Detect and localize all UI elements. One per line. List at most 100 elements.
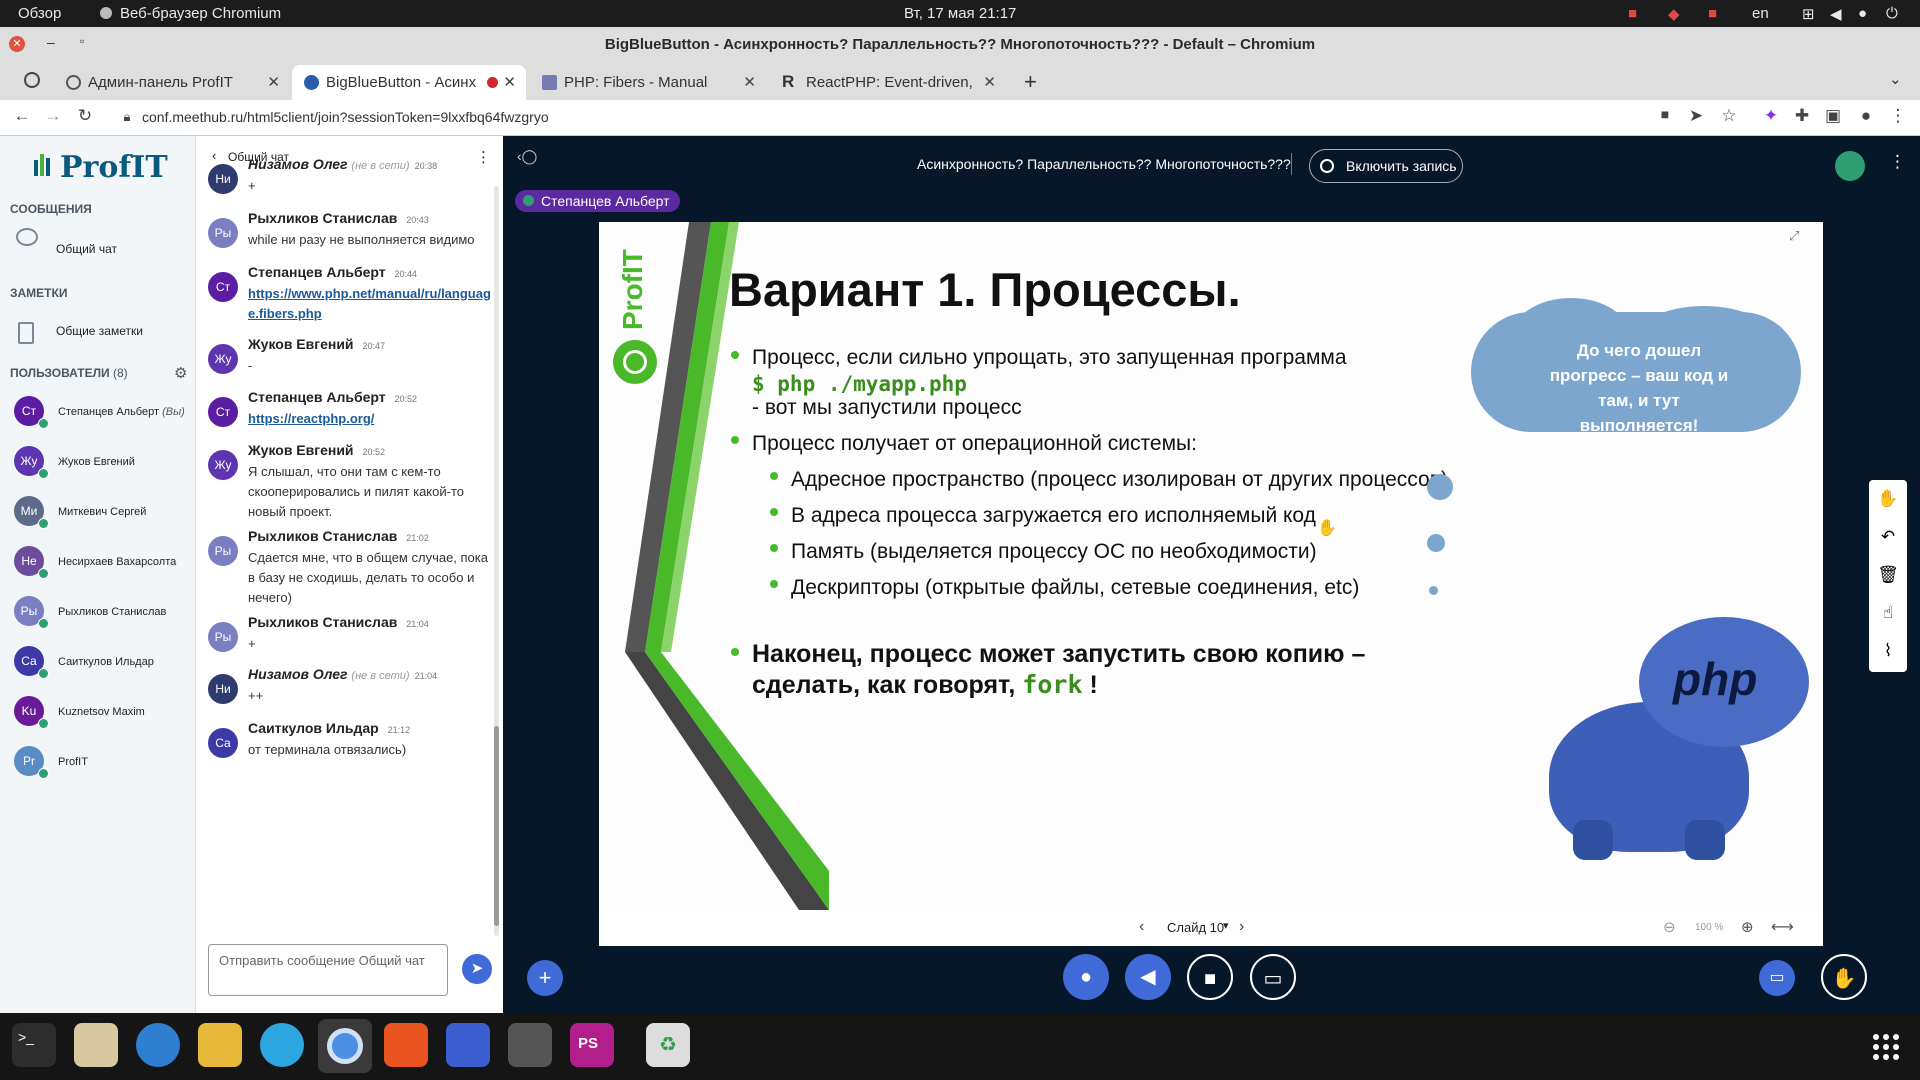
trash-app-icon[interactable]: ♻ [646,1023,690,1067]
chat-message-input[interactable]: Отправить сообщение Общий чат [208,944,448,996]
tab-close-icon[interactable]: ✕ [983,73,996,91]
show-apps-grid-icon[interactable] [1872,1033,1900,1061]
options-menu-icon[interactable]: ⋮ [1889,152,1906,172]
camera-icon[interactable]: ■ [1653,106,1677,122]
tab-admin-panel[interactable]: Админ-панель ProfIT ✕ [54,65,290,100]
user-list-item[interactable]: Pr ProfIT [14,746,194,786]
chat-message-link[interactable]: https://reactphp.org/ [248,409,494,429]
profile-icon[interactable]: ● [1854,106,1878,126]
camera-button[interactable]: ■ [1187,954,1233,1000]
user-list-item[interactable]: Ст Степанцев Альберт (Вы) [14,396,194,436]
slide-dropdown-chevron-icon[interactable]: ▾ [1223,919,1229,932]
toggle-userlist-icon[interactable]: ‹◯ [517,148,537,165]
audio-button[interactable]: ◀ [1125,954,1171,1000]
back-icon[interactable]: ← [10,106,34,126]
trash-icon[interactable]: 🗑︎ [1869,556,1907,594]
avatar: Са [208,728,238,758]
chat-message-time: 20:47 [362,341,385,351]
slide-footer-right: https://pr-of-it.ru [1605,864,1723,881]
phpstorm-app-icon[interactable]: PS [570,1023,614,1067]
presentation-toggle-button[interactable]: ▭ [1759,960,1795,996]
public-chat-link[interactable]: Общий чат [56,242,117,256]
user-list-item[interactable]: Не Несирхаев Вахарсолта [14,546,194,586]
globe-icon [66,75,81,90]
tab-list-chevron-icon[interactable]: ⌄ [1889,70,1902,88]
prev-slide-icon[interactable]: ‹ [1139,918,1144,936]
undo-icon[interactable]: ↶ [1869,518,1907,556]
bookmark-star-icon[interactable]: ☆ [1717,106,1741,126]
chat-options-icon[interactable]: ⋮ [476,148,491,166]
bullet-icon [731,351,739,359]
new-tab-icon[interactable]: + [1024,69,1037,95]
fullscreen-icon[interactable]: ⤢ [1789,228,1799,244]
zoom-in-icon[interactable]: ⊕ [1741,918,1754,936]
zoom-out-icon[interactable]: ⊖ [1663,918,1676,936]
power-icon[interactable]: ⏻ [1886,5,1898,22]
active-app-label[interactable]: Веб-браузер Chromium [120,5,281,22]
clock[interactable]: Вт, 17 мая 21:17 [904,5,1016,22]
tab-search-icon[interactable] [24,72,40,88]
terminal-app-icon[interactable]: >_ [12,1023,56,1067]
tab-php-fibers[interactable]: PHP: Fibers - Manual ✕ [530,65,766,100]
slide-selector[interactable]: Слайд 10 [1167,920,1224,935]
tab-close-icon[interactable]: ✕ [267,73,280,91]
actions-plus-button[interactable]: + [527,960,563,996]
settings-gear-icon[interactable]: ⚙ [174,364,187,382]
send-message-button[interactable]: ➤ [462,954,492,984]
profit-logo: ProfIT [60,150,168,185]
screenshot-app-icon[interactable] [446,1023,490,1067]
connection-status-icon[interactable] [1835,151,1865,181]
telegram-app-icon[interactable] [260,1023,304,1067]
software-center-app-icon[interactable] [384,1023,428,1067]
chat-message-link[interactable]: https://www.php.net/manual/ru/language.f… [248,284,494,324]
forward-icon[interactable]: → [41,106,65,126]
menu-kebab-icon[interactable]: ⋮ [1886,106,1910,126]
microphone-button[interactable]: ● [1063,954,1109,1000]
share-icon[interactable]: ➤ [1684,106,1708,126]
presentation-slide[interactable]: ProfIT Вариант 1. Процессы. Процесс, есл… [599,222,1823,910]
tab-close-icon[interactable]: ✕ [743,73,756,91]
files-app-icon[interactable] [74,1023,118,1067]
network-icon[interactable]: ⊞ [1802,5,1815,23]
multi-user-draw-icon[interactable]: ☝ [1869,594,1907,632]
calculator-app-icon[interactable] [198,1023,242,1067]
reload-icon[interactable]: ↻ [73,106,97,126]
microphone-icon[interactable]: ● [1858,5,1867,22]
chat-message-text: ++ [248,688,264,703]
tab-close-icon[interactable]: ✕ [503,73,516,91]
online-status-icon [38,518,49,529]
chevron-left-icon[interactable]: ‹ [212,148,216,163]
avatar: Ни [208,164,238,194]
user-list-item[interactable]: Са Саиткулов Ильдар [14,646,194,686]
online-status-icon [38,668,49,679]
thunderbird-app-icon[interactable] [136,1023,180,1067]
next-slide-icon[interactable]: › [1239,918,1244,936]
lock-icon[interactable]: 🔒︎ [115,109,139,125]
overview-button[interactable]: Обзор [18,5,61,22]
hand-tool-icon[interactable]: ✋ [1869,480,1907,518]
user-list-item[interactable]: Ku Kuznetsov Maxim [14,696,194,736]
puzzle-icon[interactable]: ✚ [1790,106,1814,126]
chromium-app-icon-active[interactable] [318,1019,372,1073]
tab-reactphp[interactable]: R ReactPHP: Event-driven, n ✕ [770,65,1006,100]
record-button[interactable]: Включить запись [1309,149,1463,183]
shared-notes-link[interactable]: Общие заметки [56,324,143,338]
avatar: Жу [208,450,238,480]
user-list-item[interactable]: Жу Жуков Евгений [14,446,194,486]
whiteboard-chart-icon[interactable]: ⌇ [1869,632,1907,670]
extension-icon[interactable]: ✦ [1759,106,1783,126]
keyboard-layout[interactable]: en [1752,5,1769,22]
tab-bigbluebutton[interactable]: BigBlueButton - Асинх ✕ [292,65,526,100]
chat-scrollbar[interactable] [494,186,499,936]
volume-icon[interactable]: ◀ [1830,5,1842,23]
user-list-item[interactable]: Ми Миткевич Сергей [14,496,194,536]
video-app-icon[interactable] [508,1023,552,1067]
raise-hand-button[interactable]: ✋ [1821,954,1867,1000]
slide-bullet-1-code: $ php ./myapp.php [752,372,967,396]
chat-message-author: Низамов Олег (не в сети) 20:38 [248,156,438,172]
fit-width-icon[interactable]: ⟷ [1771,917,1794,937]
screenshare-button[interactable]: ▭ [1250,954,1296,1000]
url-field[interactable]: conf.meethub.ru/html5client/join?session… [142,109,549,125]
user-list-item[interactable]: Ры Рыхликов Станислав [14,596,194,636]
side-panel-icon[interactable]: ▣ [1821,106,1845,126]
